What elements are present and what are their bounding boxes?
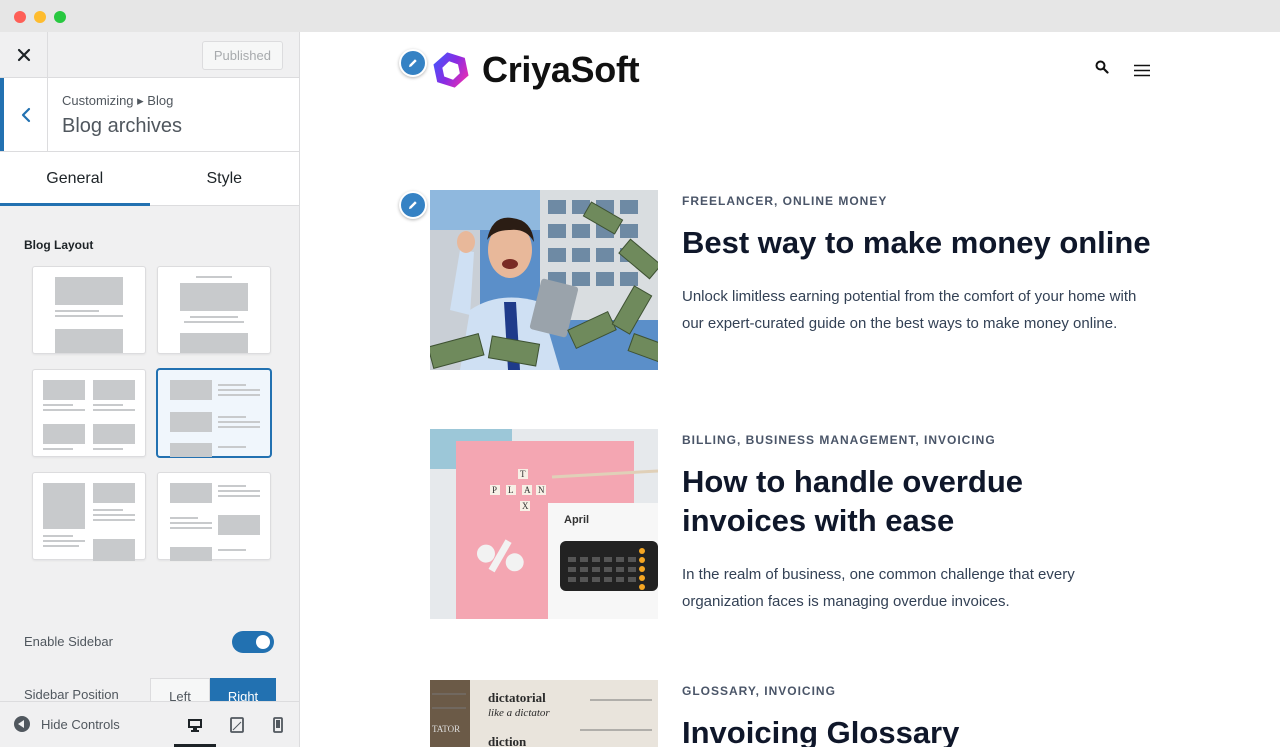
tablet-icon (230, 716, 244, 733)
tile-x: X (522, 501, 529, 511)
calculator-calendar-photo: T P L A N X April (430, 429, 658, 619)
site-logo[interactable]: CriyaSoft (430, 49, 640, 91)
tab-style[interactable]: Style (150, 152, 300, 205)
panel-header: Published (0, 32, 299, 78)
header-search-button[interactable] (1095, 60, 1109, 79)
post-body: GLOSSARY, INVOICING Invoicing Glossary (682, 680, 1152, 747)
enable-sidebar-label: Enable Sidebar (24, 634, 113, 649)
device-desktop-button[interactable] (174, 702, 216, 747)
post-title[interactable]: How to handle overdue invoices with ease (682, 463, 1152, 541)
post-title[interactable]: Invoicing Glossary (682, 714, 1152, 747)
post-excerpt: In the realm of business, one common cha… (682, 565, 1075, 610)
dictionary-entry: diction (488, 734, 527, 747)
mobile-icon (273, 716, 283, 733)
device-mobile-button[interactable] (257, 702, 299, 747)
calendar-month: April (564, 514, 589, 526)
layout-option-centered[interactable] (157, 266, 271, 354)
post-excerpt: Unlock limitless earning potential from … (682, 287, 1137, 332)
sidebar-position-label: Sidebar Position (24, 687, 119, 702)
chevron-left-icon (21, 107, 30, 122)
site-preview: CriyaSoft FREELANCER, ONLINE MONEY Best … (300, 32, 1280, 747)
layout-option-alternate[interactable] (157, 472, 271, 561)
post-thumbnail-money[interactable] (430, 190, 658, 370)
panel-footer: Hide Controls (0, 701, 299, 747)
search-icon (1095, 60, 1109, 74)
section-title: Blog archives (62, 115, 183, 137)
post-categories[interactable]: FREELANCER, ONLINE MONEY (682, 194, 1152, 208)
published-button[interactable]: Published (201, 41, 283, 70)
dictionary-photo: dictatorial like a dictator diction TATO… (430, 680, 658, 747)
tab-general[interactable]: General (0, 152, 150, 206)
post-thumbnail-invoices[interactable]: T P L A N X April (430, 429, 658, 619)
logo-text: CriyaSoft (482, 49, 640, 90)
collapse-icon (14, 716, 30, 732)
tile-a: A (524, 485, 531, 495)
enable-sidebar-toggle[interactable] (232, 631, 274, 653)
tile-p: P (492, 485, 497, 495)
device-tablet-button[interactable] (216, 702, 258, 747)
tile-n: N (538, 485, 545, 495)
edit-logo-shortcut[interactable] (399, 49, 427, 77)
blog-layout-label: Blog Layout (24, 238, 94, 252)
tile-t: T (520, 469, 526, 479)
close-customizer-button[interactable] (0, 32, 48, 77)
customizer-panel: Published Customizing ▸ Blog Blog archiv… (0, 32, 300, 747)
section-header: Customizing ▸ Blog Blog archives (0, 78, 299, 152)
pencil-icon (409, 201, 417, 209)
layout-option-list[interactable] (157, 369, 271, 457)
window-titlebar (0, 0, 1280, 32)
post-thumbnail-glossary[interactable]: dictatorial like a dictator diction TATO… (430, 680, 658, 747)
window-close-button[interactable] (14, 11, 26, 23)
breadcrumb: Customizing ▸ Blog (62, 93, 174, 108)
post-categories[interactable]: BILLING, BUSINESS MANAGEMENT, INVOICING (682, 433, 1152, 447)
edit-posts-shortcut[interactable] (399, 191, 427, 219)
post-title[interactable]: Best way to make money online (682, 224, 1152, 263)
layout-option-standard[interactable] (32, 266, 146, 354)
layout-option-masonry[interactable] (32, 472, 146, 561)
layout-option-grid[interactable] (32, 369, 146, 457)
header-menu-button[interactable] (1133, 64, 1151, 82)
desktop-icon (188, 718, 202, 732)
window-minimize-button[interactable] (34, 11, 46, 23)
panel-tabs: General Style (0, 152, 299, 206)
criyasoft-logo-icon (433, 52, 469, 88)
hide-controls-label: Hide Controls (41, 716, 120, 732)
hide-controls-button[interactable]: Hide Controls (14, 716, 120, 732)
man-with-money-photo (430, 190, 658, 370)
window-zoom-button[interactable] (54, 11, 66, 23)
menu-icon (1134, 64, 1150, 77)
pencil-icon (409, 59, 417, 67)
controls-area: Blog Layout Enable Sidebar Sidebar Posit… (0, 206, 299, 714)
post-body: FREELANCER, ONLINE MONEY Best way to mak… (682, 190, 1152, 337)
post-categories[interactable]: GLOSSARY, INVOICING (682, 684, 1152, 698)
dictionary-definition: like a dictator (488, 707, 550, 719)
back-button[interactable] (0, 78, 48, 151)
post-body: BILLING, BUSINESS MANAGEMENT, INVOICING … (682, 429, 1152, 615)
enable-sidebar-row: Enable Sidebar (24, 630, 274, 654)
tile-l: L (508, 485, 514, 495)
dictionary-fragment: TATOR (432, 724, 460, 734)
close-icon (17, 48, 30, 61)
dictionary-headword: dictatorial (488, 690, 546, 705)
